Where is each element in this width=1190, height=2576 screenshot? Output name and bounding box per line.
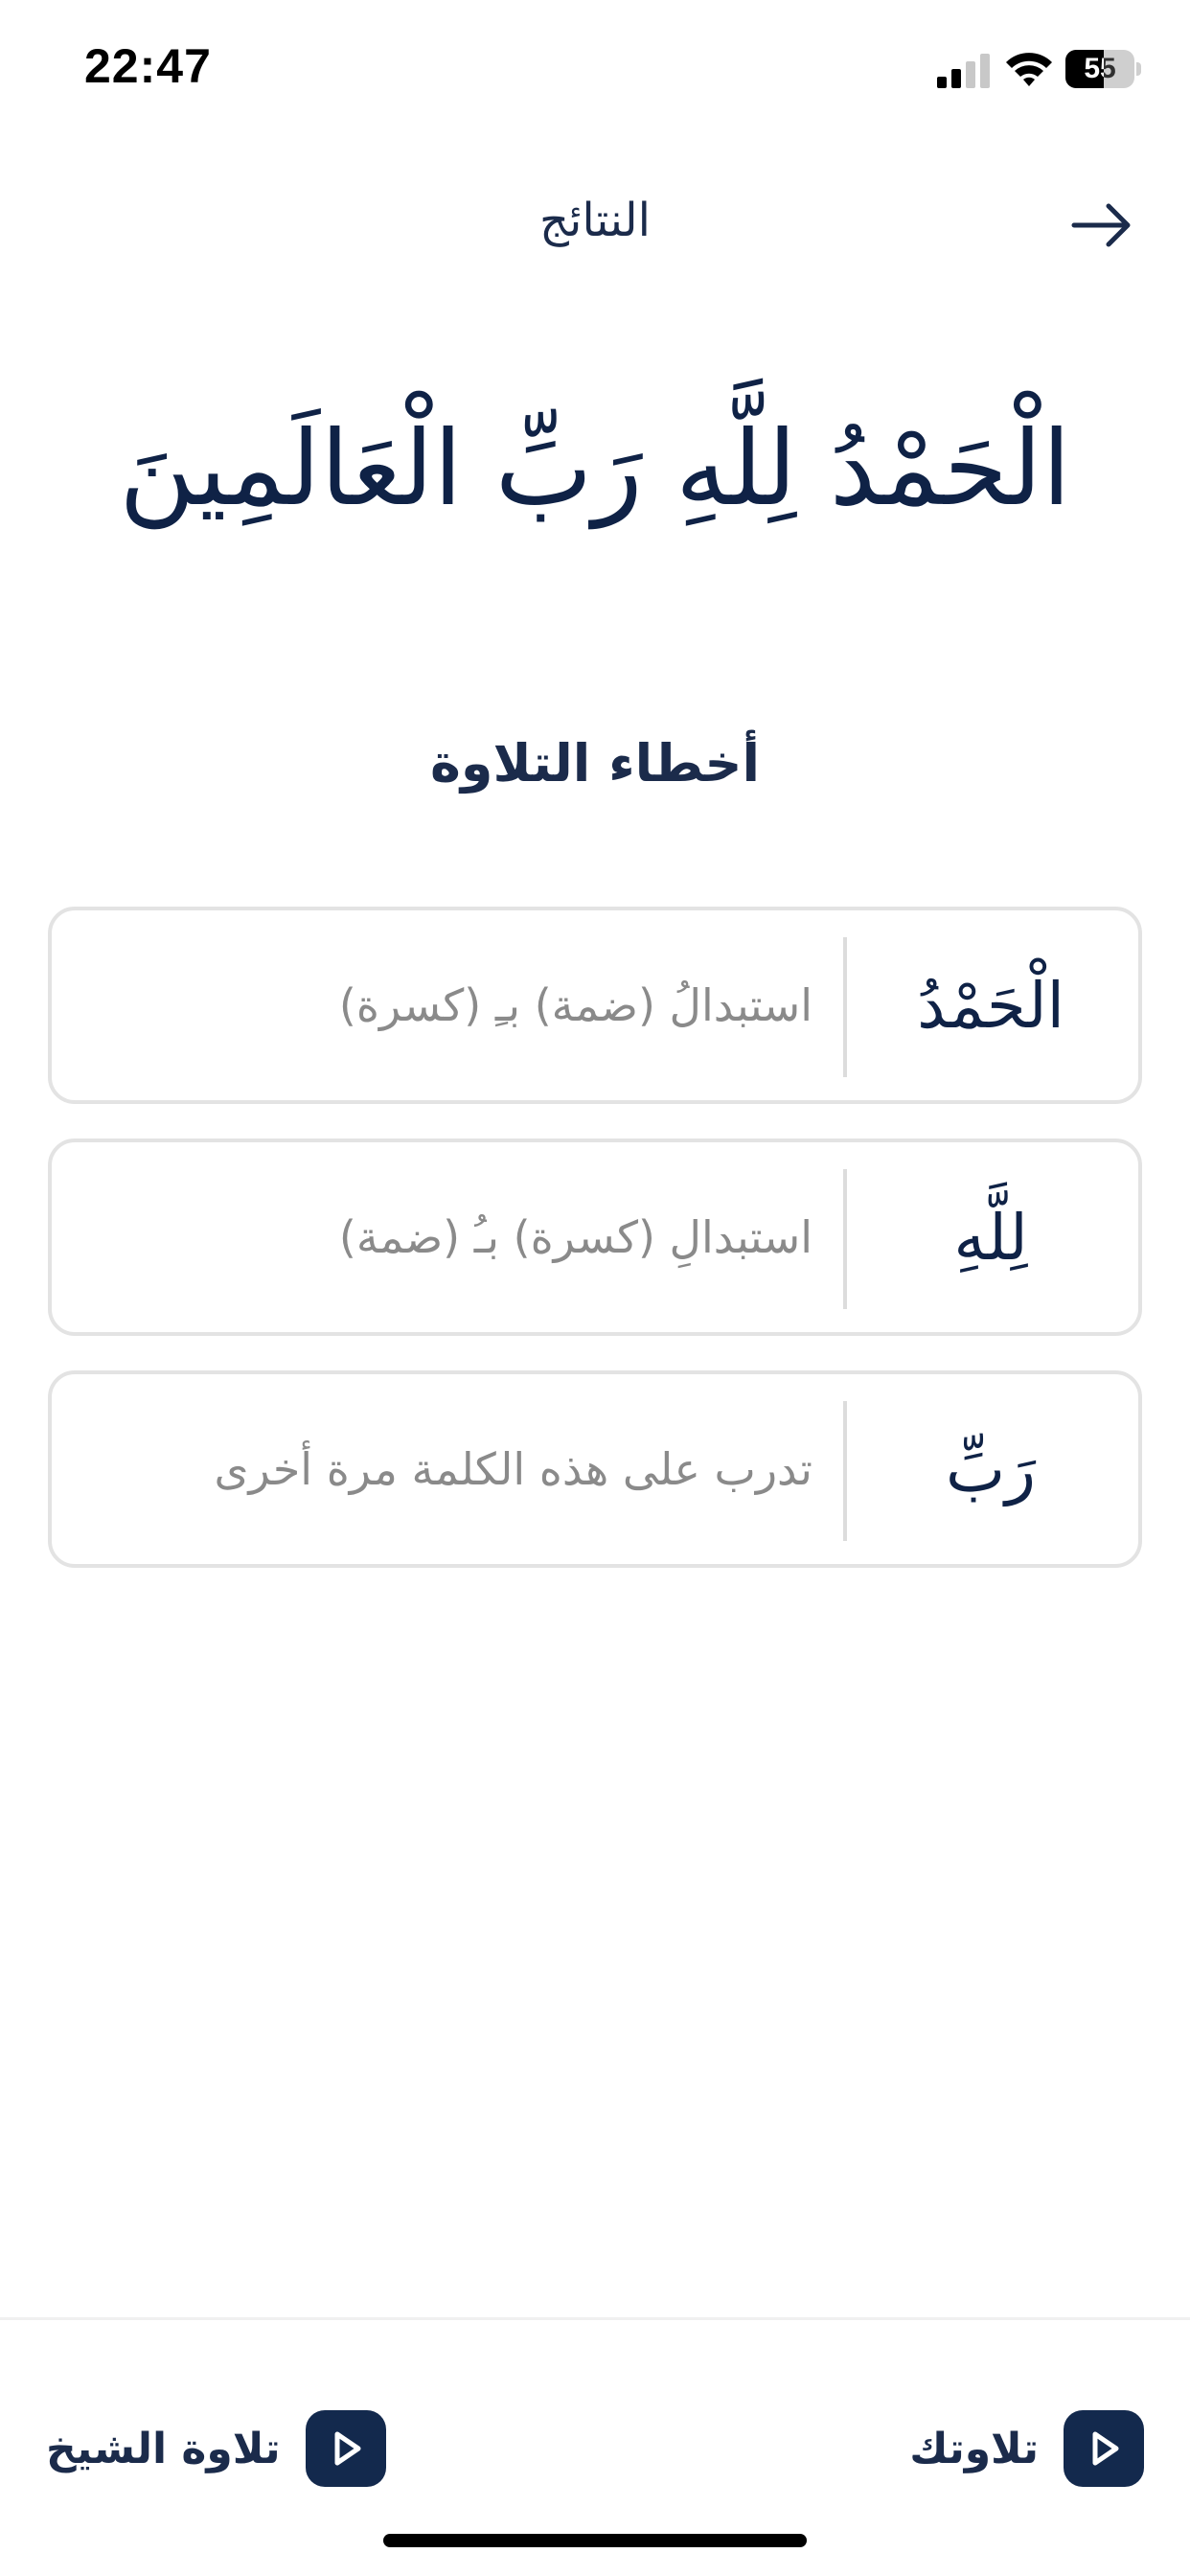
play-button[interactable] (305, 2410, 386, 2487)
bottom-bar: تلاوتك تلاوة الشيخ (0, 2396, 1190, 2501)
section-title: أخطاء التلاوة (430, 733, 760, 794)
card-divider (843, 937, 847, 1077)
play-my-recitation-button[interactable]: تلاوتك (909, 2396, 1144, 2501)
error-card[interactable]: لِلَّهِ استبدالِ (كسرة) بـُ (ضمة) (48, 1138, 1142, 1336)
play-button[interactable] (1064, 2410, 1144, 2487)
play-sheikh-recitation-button[interactable]: تلاوة الشيخ (46, 2396, 386, 2501)
play-icon (1092, 2431, 1119, 2466)
error-description: استبدالِ (كسرة) بـُ (ضمة) (338, 1211, 812, 1263)
arrow-right-icon (1071, 203, 1131, 247)
status-bar: 22:47 55 (0, 0, 1190, 144)
error-word: لِلَّهِ (953, 1200, 1028, 1275)
recitation-errors-list: الْحَمْدُ استبدالُ (ضمة) بـِ (كسرة) لِلَ… (48, 907, 1142, 1602)
error-description: تدرب على هذه الكلمة مرة أخرى (214, 1443, 812, 1495)
card-divider (843, 1169, 847, 1309)
play-icon (334, 2431, 361, 2466)
my-recitation-label: تلاوتك (909, 2424, 1039, 2473)
home-indicator[interactable] (383, 2534, 807, 2547)
nav-header: النتائج (0, 172, 1190, 278)
sheikh-recitation-label: تلاوة الشيخ (46, 2424, 281, 2473)
verse-text: الْحَمْدُ لِلَّهِ رَبِّ الْعَالَمِينَ (119, 409, 1071, 529)
battery-cap (1136, 62, 1141, 76)
card-divider (843, 1401, 847, 1541)
error-description: استبدالُ (ضمة) بـِ (كسرة) (338, 979, 812, 1031)
back-button[interactable] (1064, 192, 1140, 259)
error-word: رَبِّ (946, 1432, 1037, 1506)
error-card[interactable]: رَبِّ تدرب على هذه الكلمة مرة أخرى (48, 1370, 1142, 1568)
status-time: 22:47 (84, 39, 212, 93)
cellular-signal-icon (937, 54, 990, 88)
battery-body: 55 (1065, 50, 1134, 88)
error-card[interactable]: الْحَمْدُ استبدالُ (ضمة) بـِ (كسرة) (48, 907, 1142, 1104)
error-word: الْحَمْدُ (917, 968, 1064, 1043)
bottom-divider (0, 2317, 1190, 2320)
page-title: النتائج (539, 194, 651, 247)
battery-indicator: 55 (1065, 50, 1142, 88)
battery-level: 55 (1084, 53, 1116, 84)
wifi-icon (1006, 53, 1052, 86)
